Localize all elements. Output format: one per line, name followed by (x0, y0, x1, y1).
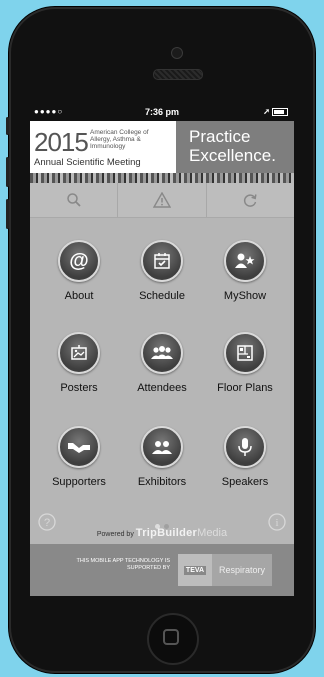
status-bar: ●●●●○ 7:36 pm ➚ (30, 103, 294, 121)
tagline-panel: Practice Excellence. (176, 121, 294, 173)
ringer-switch (6, 117, 9, 135)
powered-by-brand: TripBuilder (135, 527, 198, 539)
tagline-line-2: Excellence. (189, 146, 276, 165)
event-logo: 2015 American College of Allergy, Asthma… (30, 121, 176, 173)
tile-posters[interactable]: Posters (39, 332, 119, 394)
event-meeting-name: Annual Scientific Meeting (34, 157, 141, 168)
tile-label: About (64, 290, 94, 302)
floorplan-icon (224, 332, 266, 374)
user-star-icon (224, 240, 266, 282)
handshake-icon (58, 426, 100, 468)
people-icon (141, 332, 183, 374)
status-time: 7:36 pm (144, 107, 179, 117)
powered-by-prefix: Powered by (96, 531, 134, 538)
calendar-icon (141, 240, 183, 282)
event-tagline: Practice Excellence. (189, 127, 276, 165)
event-year: 2015 (34, 127, 89, 157)
toolbar (30, 183, 294, 218)
sponsor-logo-secondary: Respiratory (212, 554, 272, 586)
powered-by: Powered by TripBuilderMedia (30, 527, 294, 539)
alert-icon (152, 192, 171, 208)
volume-up-button (6, 157, 9, 187)
event-organization: American College of Allergy, Asthma & Im… (90, 129, 149, 150)
banner-photo-strip (30, 173, 294, 183)
refresh-button[interactable] (207, 183, 294, 217)
tile-supporters[interactable]: Supporters (30, 426, 132, 488)
tagline-line-1: Practice (189, 127, 251, 146)
tile-myshow[interactable]: MyShow (205, 240, 285, 302)
event-banner: 2015 American College of Allergy, Asthma… (30, 121, 294, 183)
menu-grid: @ About Schedule MyShow Posters Attendee… (30, 218, 294, 538)
sponsor-banner[interactable]: THIS MOBILE APP TECHNOLOGY IS SUPPORTED … (30, 544, 294, 596)
home-square-icon (163, 629, 179, 645)
home-button[interactable] (147, 613, 199, 665)
search-button[interactable] (30, 183, 119, 217)
tile-label: Speakers (221, 476, 269, 488)
sponsor-logo-text: TEVA (183, 565, 207, 575)
tile-label: Floor Plans (217, 382, 273, 394)
earpiece-speaker (153, 69, 203, 80)
tile-label: Posters (60, 382, 98, 394)
sponsor-logo: TEVA (178, 554, 212, 586)
tile-label: Exhibitors (137, 476, 187, 488)
tile-floor-plans[interactable]: Floor Plans (205, 332, 285, 394)
battery-icon: ➚ (263, 107, 288, 116)
tile-speakers[interactable]: Speakers (205, 426, 285, 488)
powered-by-brand-suffix: Media (197, 527, 228, 539)
exhibitors-icon (141, 426, 183, 468)
search-icon (66, 193, 81, 207)
tile-label: Schedule (139, 290, 185, 302)
front-camera (171, 47, 183, 59)
tile-about[interactable]: @ About (39, 240, 119, 302)
sponsor-text: THIS MOBILE APP TECHNOLOGY IS SUPPORTED … (76, 558, 170, 571)
microphone-icon (224, 426, 266, 468)
poster-icon (58, 332, 100, 374)
tile-label: Attendees (137, 382, 187, 394)
app-screen: ●●●●○ 7:36 pm ➚ 2015 American College of… (30, 103, 294, 596)
tile-label: Supporters (52, 476, 106, 488)
tile-label: MyShow (223, 290, 267, 302)
at-icon: @ (58, 240, 100, 282)
volume-down-button (6, 199, 9, 229)
refresh-icon (244, 194, 257, 207)
alerts-button[interactable] (118, 183, 207, 217)
tile-exhibitors[interactable]: Exhibitors (122, 426, 202, 488)
tile-attendees[interactable]: Attendees (122, 332, 202, 394)
tile-schedule[interactable]: Schedule (122, 240, 202, 302)
